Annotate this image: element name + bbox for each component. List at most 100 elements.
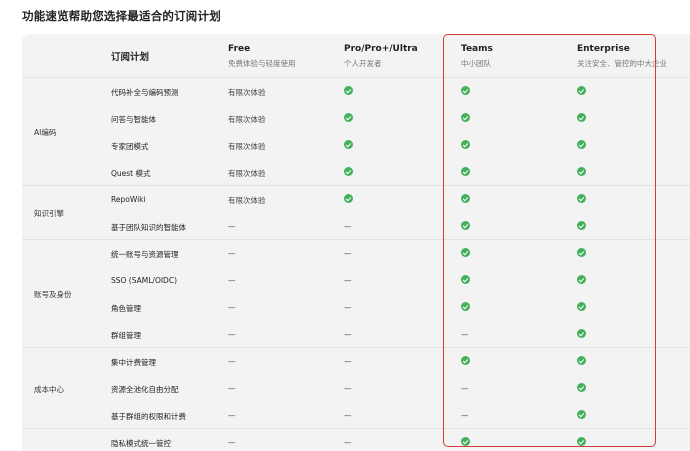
check-icon <box>344 167 353 176</box>
feature-name: 问答与智能体 <box>111 115 156 124</box>
dash-text: — <box>344 276 352 285</box>
check-icon <box>344 140 353 149</box>
feature-name: 群组管理 <box>111 331 141 340</box>
feature-group: 隐私模式统一管控 — — <box>22 429 690 451</box>
table-row: 角色管理 — — <box>22 294 690 321</box>
cell-check <box>461 86 470 97</box>
cell-check <box>344 194 353 205</box>
feature-name: 资源全池化自由分配 <box>111 385 179 394</box>
feature-name: Quest 模式 <box>111 169 151 178</box>
cell-dash: — <box>344 276 352 286</box>
cell-check <box>344 140 353 151</box>
table-row: 统一账号与资源管理 — — <box>22 240 690 267</box>
cell-check <box>461 302 470 313</box>
cell-check <box>577 248 586 259</box>
cell-dash: — <box>344 438 352 448</box>
cell-check <box>577 140 586 151</box>
check-icon <box>577 194 586 203</box>
plan-subtitle: 个人开发者 <box>344 59 382 68</box>
feature-name: 基于群组的权限和计费 <box>111 412 186 421</box>
cell-dash: — <box>228 357 236 367</box>
table-row: 代码补全与编码预测 有限次体验 <box>22 78 690 105</box>
cell-text: 有限次体验 <box>228 142 266 151</box>
feature-name: 专家团模式 <box>111 142 149 151</box>
check-icon <box>577 329 586 338</box>
cell-dash: — <box>461 330 469 340</box>
plan-subtitle: 关注安全、管控的中大企业 <box>577 59 667 68</box>
dash-text: — <box>228 276 236 285</box>
check-icon <box>577 275 586 284</box>
cell-dash: — <box>228 411 236 421</box>
cell-check <box>577 437 586 448</box>
check-icon <box>461 86 470 95</box>
feature-name: SSO (SAML/OIDC) <box>111 276 177 285</box>
cell-check <box>577 302 586 313</box>
feature-name: 集中计费管理 <box>111 358 156 367</box>
cell-text: 有限次体验 <box>228 88 266 97</box>
cell-dash: — <box>228 303 236 313</box>
check-icon <box>344 113 353 122</box>
cell-check <box>344 167 353 178</box>
table-row: 资源全池化自由分配 — — — <box>22 375 690 402</box>
check-icon <box>577 356 586 365</box>
table-row: 集中计费管理 — — <box>22 348 690 375</box>
check-icon <box>577 410 586 419</box>
cell-dash: — <box>344 303 352 313</box>
check-icon <box>577 302 586 311</box>
dash-text: — <box>344 411 352 420</box>
table-row: 专家团模式 有限次体验 <box>22 132 690 159</box>
feature-name: 统一账号与资源管理 <box>111 250 179 259</box>
feature-group: 知识引擎 RepoWiki 有限次体验 基于团队知识的智能体 — — <box>22 186 690 240</box>
check-icon <box>461 248 470 257</box>
table-row: RepoWiki 有限次体验 <box>22 186 690 213</box>
cell-check <box>577 329 586 340</box>
check-icon <box>577 221 586 230</box>
dash-text: — <box>228 222 236 231</box>
dash-text: — <box>344 357 352 366</box>
dash-text: — <box>228 330 236 339</box>
cell-check <box>461 248 470 259</box>
dash-text: — <box>228 438 236 447</box>
cell-check <box>461 221 470 232</box>
check-icon <box>577 113 586 122</box>
cell-check <box>461 167 470 178</box>
plan-header-free: Free 免费体验与轻度使用 <box>228 44 296 69</box>
check-icon <box>577 167 586 176</box>
plan-header-teams: Teams 中小团队 <box>461 44 493 69</box>
cell-check <box>577 275 586 286</box>
cell-dash: — <box>344 249 352 259</box>
cell-dash: — <box>344 357 352 367</box>
dash-text: — <box>461 330 469 339</box>
comparison-table: 订阅计划 Free 免费体验与轻度使用 Pro/Pro+/Ultra 个人开发者… <box>22 34 690 451</box>
feature-name: RepoWiki <box>111 195 146 204</box>
feature-name: 隐私模式统一管控 <box>111 439 171 448</box>
cell-check <box>461 275 470 286</box>
cell-dash: — <box>228 330 236 340</box>
plan-header-enterprise: Enterprise 关注安全、管控的中大企业 <box>577 44 667 69</box>
dash-text: — <box>228 303 236 312</box>
cell-check <box>577 167 586 178</box>
check-icon <box>461 356 470 365</box>
feature-group: 账号及身份 统一账号与资源管理 — — SSO (SAML/OIDC) — — 角色管理 — — 群… <box>22 240 690 348</box>
check-icon <box>461 437 470 446</box>
dash-text: — <box>344 303 352 312</box>
cell-dash: — <box>228 384 236 394</box>
plan-name: Enterprise <box>577 44 630 54</box>
cell-check <box>461 356 470 367</box>
table-row: 隐私模式统一管控 — — <box>22 429 690 451</box>
table-row: Quest 模式 有限次体验 <box>22 159 690 186</box>
check-icon <box>344 194 353 203</box>
dash-text: — <box>344 330 352 339</box>
dash-text: — <box>344 249 352 258</box>
plan-column-label: 订阅计划 <box>111 52 150 63</box>
cell-check <box>344 113 353 124</box>
cell-check <box>461 140 470 151</box>
cell-text: 有限次体验 <box>228 169 266 178</box>
cell-dash: — <box>344 384 352 394</box>
cell-dash: — <box>228 438 236 448</box>
table-row: 群组管理 — — — <box>22 321 690 348</box>
check-icon <box>577 437 586 446</box>
cell-text: 有限次体验 <box>228 115 266 124</box>
cell-check <box>461 437 470 448</box>
cell-dash: — <box>344 411 352 421</box>
